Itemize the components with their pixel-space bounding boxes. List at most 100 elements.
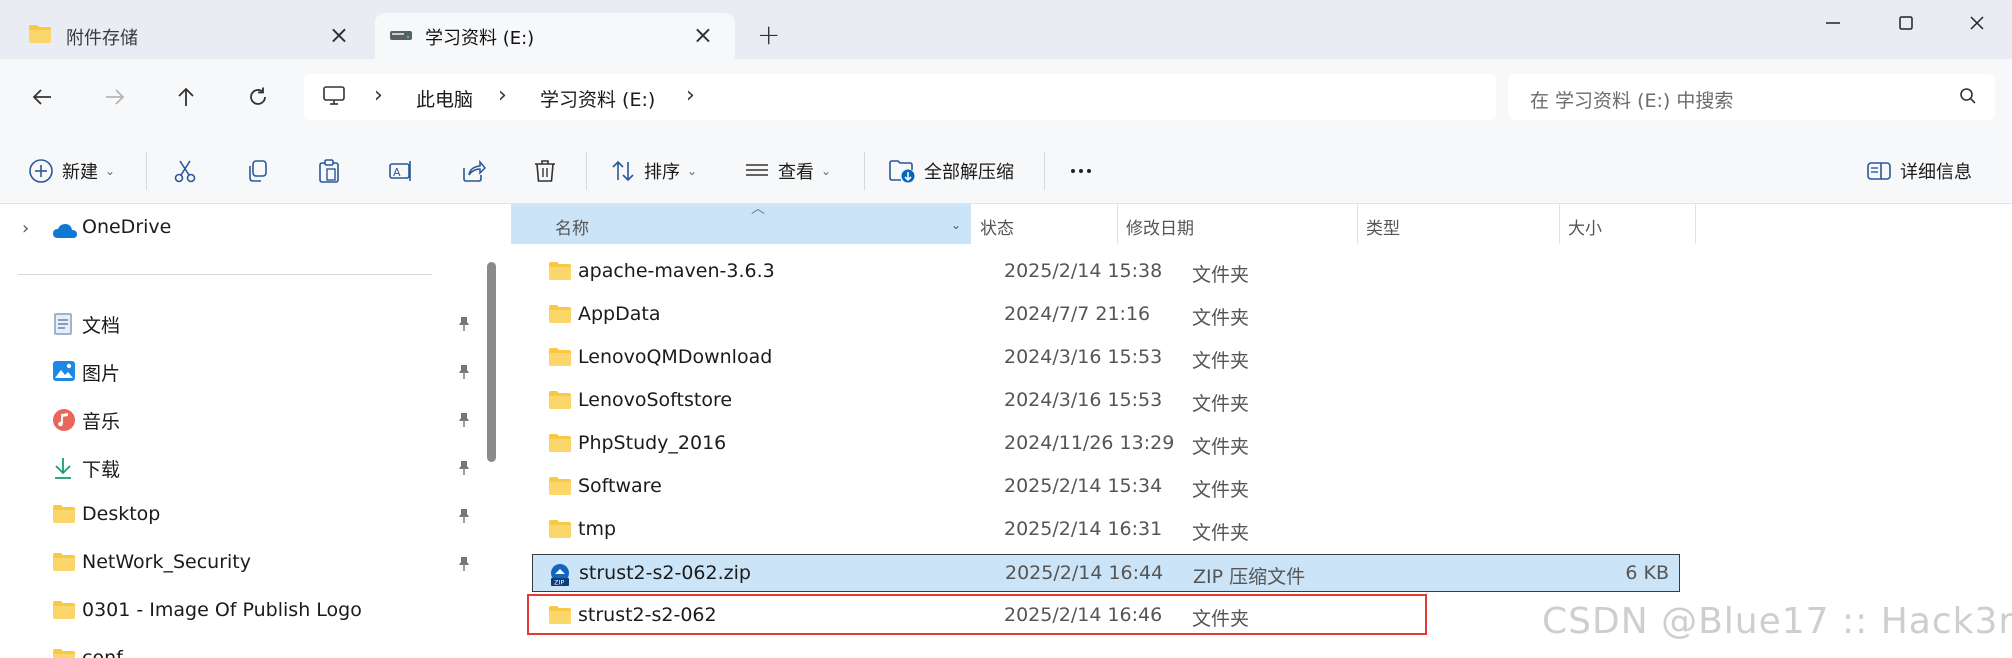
file-name: PhpStudy_2016 [578, 432, 727, 454]
chevron-down-icon: ⌄ [105, 164, 116, 178]
column-header-date[interactable]: 修改日期 [1118, 204, 1358, 244]
folder-icon [548, 304, 572, 329]
file-date: 2025/2/14 15:34 [1004, 475, 1163, 497]
file-date: 2025/2/14 16:31 [1004, 518, 1163, 540]
tab-study-materials[interactable]: 学习资料 (E:) × [375, 13, 735, 59]
watermark: CSDN @Blue17 :: Hack3rX [1542, 601, 2012, 642]
pin-icon[interactable] [457, 316, 471, 336]
maximize-icon[interactable] [1886, 8, 1926, 38]
file-row[interactable]: PhpStudy_2016 2024/11/26 13:29 文件夹 [532, 425, 1680, 463]
svg-text:A: A [393, 166, 401, 179]
search-input[interactable]: 在 学习资料 (E:) 中搜索 [1530, 86, 1733, 113]
folder-icon [548, 476, 572, 501]
sort-button[interactable]: 排序 ⌄ [610, 156, 697, 186]
column-header-label: 修改日期 [1126, 219, 1194, 239]
column-header-type[interactable]: 类型 [1358, 204, 1560, 244]
new-tab-icon[interactable]: + [757, 18, 780, 51]
sidebar-item-label: 下载 [82, 459, 121, 481]
close-icon[interactable]: × [693, 21, 713, 49]
chevron-right-icon[interactable]: › [498, 83, 507, 108]
sidebar-item-label: 0301 - Image Of Publish Logo [82, 599, 362, 621]
file-row[interactable]: LenovoQMDownload 2024/3/16 15:53 文件夹 [532, 339, 1680, 377]
copy-button[interactable] [244, 156, 270, 186]
close-window-icon[interactable] [1957, 8, 1997, 38]
sidebar-item-onedrive[interactable]: OneDrive [82, 216, 171, 238]
details-label: 详细信息 [1900, 162, 1972, 183]
sidebar-item-network-security[interactable]: NetWork_Security [52, 544, 482, 584]
pin-icon[interactable] [457, 508, 471, 528]
divider [864, 152, 865, 190]
extract-all-button[interactable]: 全部解压缩 [888, 156, 1014, 186]
column-header-size[interactable]: 大小 [1560, 204, 1696, 244]
extract-all-label: 全部解压缩 [924, 162, 1014, 183]
share-button[interactable] [460, 156, 486, 186]
column-header-name[interactable]: ︿ 名称 ⌄ [511, 201, 971, 244]
copy-icon [249, 160, 267, 182]
file-type: 文件夹 [1192, 436, 1250, 458]
details-pane-icon [1867, 162, 1891, 180]
close-icon[interactable]: × [329, 21, 349, 49]
file-name: Software [578, 475, 662, 497]
plus-circle-icon [29, 159, 53, 183]
sidebar-item-downloads[interactable]: 下载 [52, 448, 482, 488]
file-row[interactable]: tmp 2025/2/14 16:31 文件夹 [532, 511, 1680, 549]
download-icon [52, 456, 74, 484]
chevron-down-icon[interactable]: ⌄ [951, 218, 961, 232]
sidebar-item-conf[interactable]: conf [52, 640, 482, 658]
sidebar-item-label: NetWork_Security [82, 551, 251, 573]
file-row[interactable]: apache-maven-3.6.3 2025/2/14 15:38 文件夹 [532, 253, 1680, 291]
paste-button[interactable] [316, 156, 342, 186]
file-row[interactable]: AppData 2024/7/7 21:16 文件夹 [532, 296, 1680, 334]
refresh-icon[interactable] [240, 79, 276, 115]
view-button[interactable]: 查看 ⌄ [744, 156, 831, 186]
file-row-selected[interactable]: ZIP strust2-s2-062.zip 2025/2/14 16:44 Z… [532, 554, 1680, 592]
sidebar-item-desktop[interactable]: Desktop [52, 496, 482, 536]
cut-button[interactable] [172, 156, 198, 186]
file-type: 文件夹 [1192, 608, 1250, 630]
pin-icon[interactable] [457, 556, 471, 576]
pin-icon[interactable] [457, 460, 471, 480]
sidebar-item-label: 音乐 [82, 411, 121, 433]
file-row[interactable]: Software 2025/2/14 15:34 文件夹 [532, 468, 1680, 506]
details-pane-button[interactable]: 详细信息 [1866, 156, 1972, 186]
view-label: 查看 [778, 162, 814, 183]
sort-icon [612, 160, 634, 182]
delete-button[interactable] [532, 156, 558, 186]
new-button[interactable]: 新建 ⌄ [28, 156, 115, 186]
up-icon[interactable] [168, 79, 204, 115]
divider [1044, 152, 1045, 190]
search-box[interactable]: 在 学习资料 (E:) 中搜索 [1508, 74, 1995, 120]
file-date: 2024/11/26 13:29 [1004, 432, 1175, 454]
chevron-right-icon[interactable]: › [22, 218, 29, 239]
file-name: tmp [578, 518, 617, 540]
file-date: 2024/3/16 15:53 [1004, 389, 1163, 411]
breadcrumb-drive-e[interactable]: 学习资料 (E:) [540, 85, 655, 112]
column-header-status[interactable]: 状态 [972, 204, 1118, 244]
divider [146, 152, 147, 190]
forward-icon[interactable] [97, 79, 133, 115]
pin-icon[interactable] [457, 412, 471, 432]
file-row-highlighted[interactable]: strust2-s2-062 2025/2/14 16:46 文件夹 [527, 594, 1680, 635]
minimize-icon[interactable] [1813, 8, 1853, 38]
chevron-right-icon[interactable]: › [374, 83, 383, 108]
tab-attachments[interactable]: 附件存储 × [0, 13, 371, 59]
breadcrumb-this-pc[interactable]: 此电脑 [416, 85, 473, 112]
file-row[interactable]: LenovoSoftstore 2024/3/16 15:53 文件夹 [532, 382, 1680, 420]
rename-button[interactable]: A [388, 156, 414, 186]
sidebar-item-documents[interactable]: 文档 [52, 304, 482, 344]
pin-icon[interactable] [457, 364, 471, 384]
column-divider[interactable] [1695, 204, 1696, 244]
sidebar-item-publish-logo[interactable]: 0301 - Image Of Publish Logo [52, 592, 482, 632]
sort-ascending-icon: ︿ [751, 201, 765, 217]
more-options-button[interactable] [1068, 156, 1094, 186]
file-type: 文件夹 [1192, 264, 1250, 286]
navigation-pane-scrollbar[interactable] [487, 262, 496, 462]
address-bar[interactable]: › 此电脑 › 学习资料 (E:) › [304, 74, 1496, 120]
navigation-bar: › 此电脑 › 学习资料 (E:) › 在 学习资料 (E:) 中搜索 [0, 59, 2012, 136]
sidebar-item-pictures[interactable]: 图片 [52, 352, 482, 392]
file-type: 文件夹 [1192, 350, 1250, 372]
sidebar-item-music[interactable]: 音乐 [52, 400, 482, 440]
chevron-right-icon[interactable]: › [686, 83, 695, 108]
back-icon[interactable] [24, 79, 60, 115]
file-date: 2024/7/7 21:16 [1004, 303, 1151, 325]
